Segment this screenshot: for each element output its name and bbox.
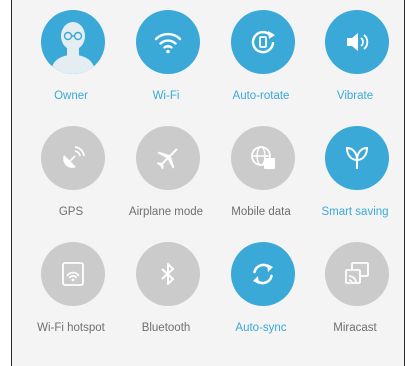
miracast-icon: [345, 262, 369, 284]
vibrate-icon: [347, 33, 369, 51]
quick-settings-panel: Owner Wi-Fi Auto-rotate Vibrate GPS Airp…: [11, 0, 405, 366]
bluetooth-icon: [161, 263, 174, 285]
miracast-toggle[interactable]: [325, 242, 389, 306]
vibrate-toggle[interactable]: [325, 10, 389, 74]
tile-label-smart-saving: Smart saving: [321, 206, 389, 218]
avatar[interactable]: [41, 10, 105, 74]
airplane-icon: [156, 148, 178, 170]
tile-label-vibrate: Vibrate: [336, 90, 374, 102]
wifi-icon: [154, 32, 182, 54]
gps-tile[interactable]: GPS: [25, 126, 117, 242]
hotspot-icon: [62, 262, 84, 286]
mobile-data-toggle[interactable]: [231, 126, 295, 190]
tile-label-gps: GPS: [58, 206, 84, 218]
gps-toggle[interactable]: [41, 126, 105, 190]
auto-rotate-icon: [251, 30, 275, 54]
auto-rotate-toggle[interactable]: [231, 10, 295, 74]
gps-icon: [63, 146, 85, 168]
tile-label-wifi: Wi-Fi: [152, 90, 180, 102]
tile-label-miracast: Miracast: [333, 322, 377, 334]
avatar-icon: [51, 22, 95, 74]
airplane-mode-toggle[interactable]: [136, 126, 200, 190]
miracast-tile[interactable]: Miracast: [309, 242, 401, 358]
mobile-data-icon: [251, 146, 275, 169]
owner-tile[interactable]: Owner: [25, 10, 117, 126]
bluetooth-tile[interactable]: Bluetooth: [120, 242, 212, 358]
tile-label-owner: Owner: [54, 90, 88, 102]
mobile-data-tile[interactable]: Mobile data: [215, 126, 307, 242]
tile-label-bluetooth: Bluetooth: [141, 322, 191, 334]
tile-label-wifi-hotspot: Wi-Fi hotspot: [37, 322, 105, 334]
leaf-icon: [345, 146, 369, 169]
sync-icon: [253, 263, 273, 285]
auto-rotate-tile[interactable]: Auto-rotate: [215, 10, 307, 126]
wifi-hotspot-tile[interactable]: Wi-Fi hotspot: [25, 242, 117, 358]
tile-label-mobile-data: Mobile data: [231, 206, 291, 218]
vibrate-tile[interactable]: Vibrate: [309, 10, 401, 126]
smart-saving-tile[interactable]: Smart saving: [309, 126, 401, 242]
airplane-mode-tile[interactable]: Airplane mode: [120, 126, 212, 242]
bluetooth-toggle[interactable]: [136, 242, 200, 306]
auto-sync-toggle[interactable]: [231, 242, 295, 306]
wifi-tile[interactable]: Wi-Fi: [120, 10, 212, 126]
tile-label-auto-rotate: Auto-rotate: [232, 90, 290, 102]
auto-sync-tile[interactable]: Auto-sync: [215, 242, 307, 358]
wifi-toggle[interactable]: [136, 10, 200, 74]
smart-saving-toggle[interactable]: [325, 126, 389, 190]
tile-label-airplane-mode: Airplane mode: [128, 206, 204, 218]
wifi-hotspot-toggle[interactable]: [41, 242, 105, 306]
tile-label-auto-sync: Auto-sync: [235, 322, 287, 334]
